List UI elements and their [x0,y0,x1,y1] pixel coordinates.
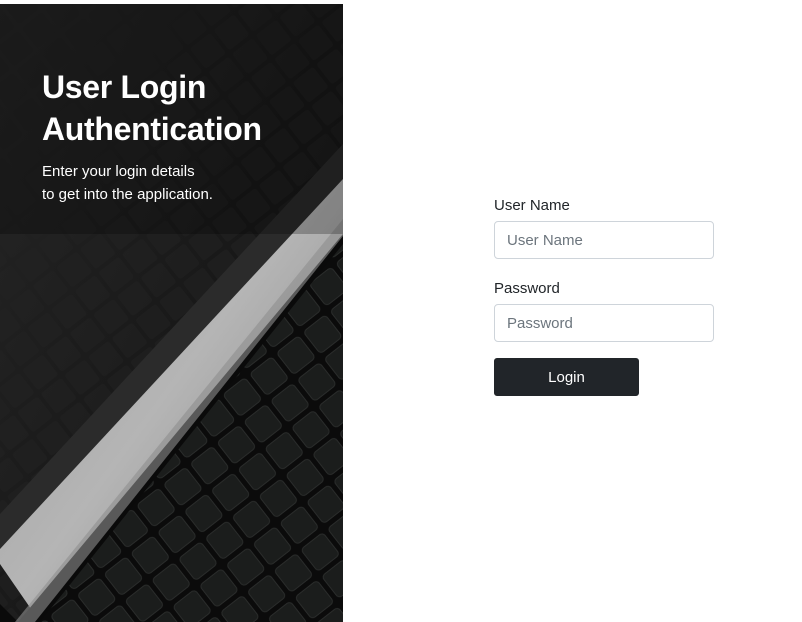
hero-panel: User Login Authentication Enter your log… [0,4,343,622]
username-label: User Name [494,197,570,214]
title-line-1: User Login [42,69,207,105]
login-form: User Name Password Login [494,196,714,396]
password-group: Password [494,279,714,342]
hero-text-block: User Login Authentication Enter your log… [42,66,322,206]
page-subtitle: Enter your login details to get into the… [42,160,262,206]
login-button[interactable]: Login [494,358,639,396]
password-label: Password [494,280,560,297]
title-line-2: Authentication [42,111,262,147]
username-group: User Name [494,196,714,259]
subtitle-line-2: to get into the application. [42,186,213,203]
username-field[interactable] [494,221,714,259]
page-title: User Login Authentication [42,66,322,150]
login-page: User Login Authentication Enter your log… [0,0,802,622]
subtitle-line-1: Enter your login details [42,163,195,180]
password-field[interactable] [494,304,714,342]
